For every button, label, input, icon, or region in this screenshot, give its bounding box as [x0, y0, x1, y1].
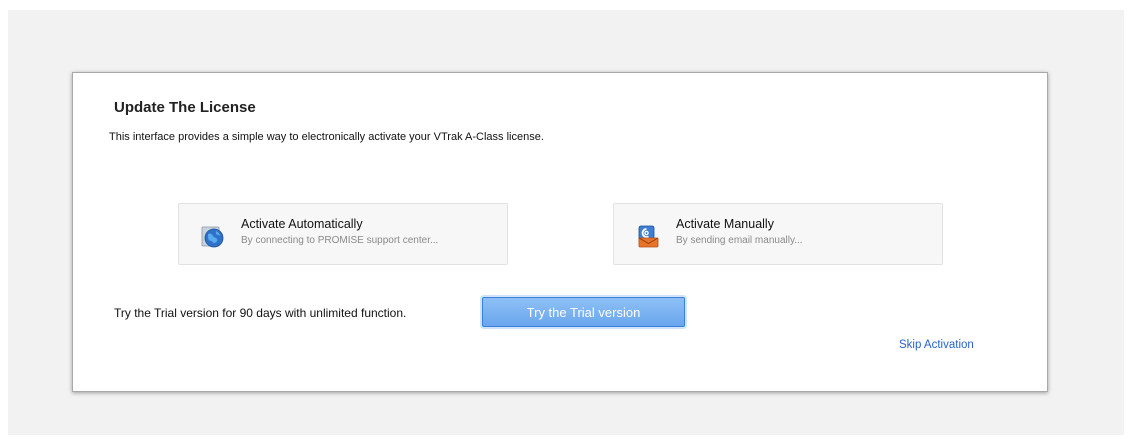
email-icon: [638, 225, 659, 248]
try-trial-button[interactable]: Try the Trial version: [482, 297, 685, 327]
license-dialog: Update The License This interface provid…: [72, 72, 1048, 392]
globe-icon: [201, 226, 224, 248]
activate-manually-subtitle: By sending email manually...: [676, 235, 803, 246]
trial-description: Try the Trial version for 90 days with u…: [114, 306, 407, 320]
dialog-title: Update The License: [114, 99, 256, 116]
activate-automatically-title: Activate Automatically: [241, 217, 363, 231]
skip-activation-link[interactable]: Skip Activation: [899, 339, 974, 351]
activate-manually-button[interactable]: Activate Manually By sending email manua…: [613, 203, 943, 265]
activate-manually-title: Activate Manually: [676, 217, 774, 231]
activate-automatically-button[interactable]: Activate Automatically By connecting to …: [178, 203, 508, 265]
dialog-description: This interface provides a simple way to …: [109, 131, 544, 143]
activate-automatically-subtitle: By connecting to PROMISE support center.…: [241, 235, 439, 246]
